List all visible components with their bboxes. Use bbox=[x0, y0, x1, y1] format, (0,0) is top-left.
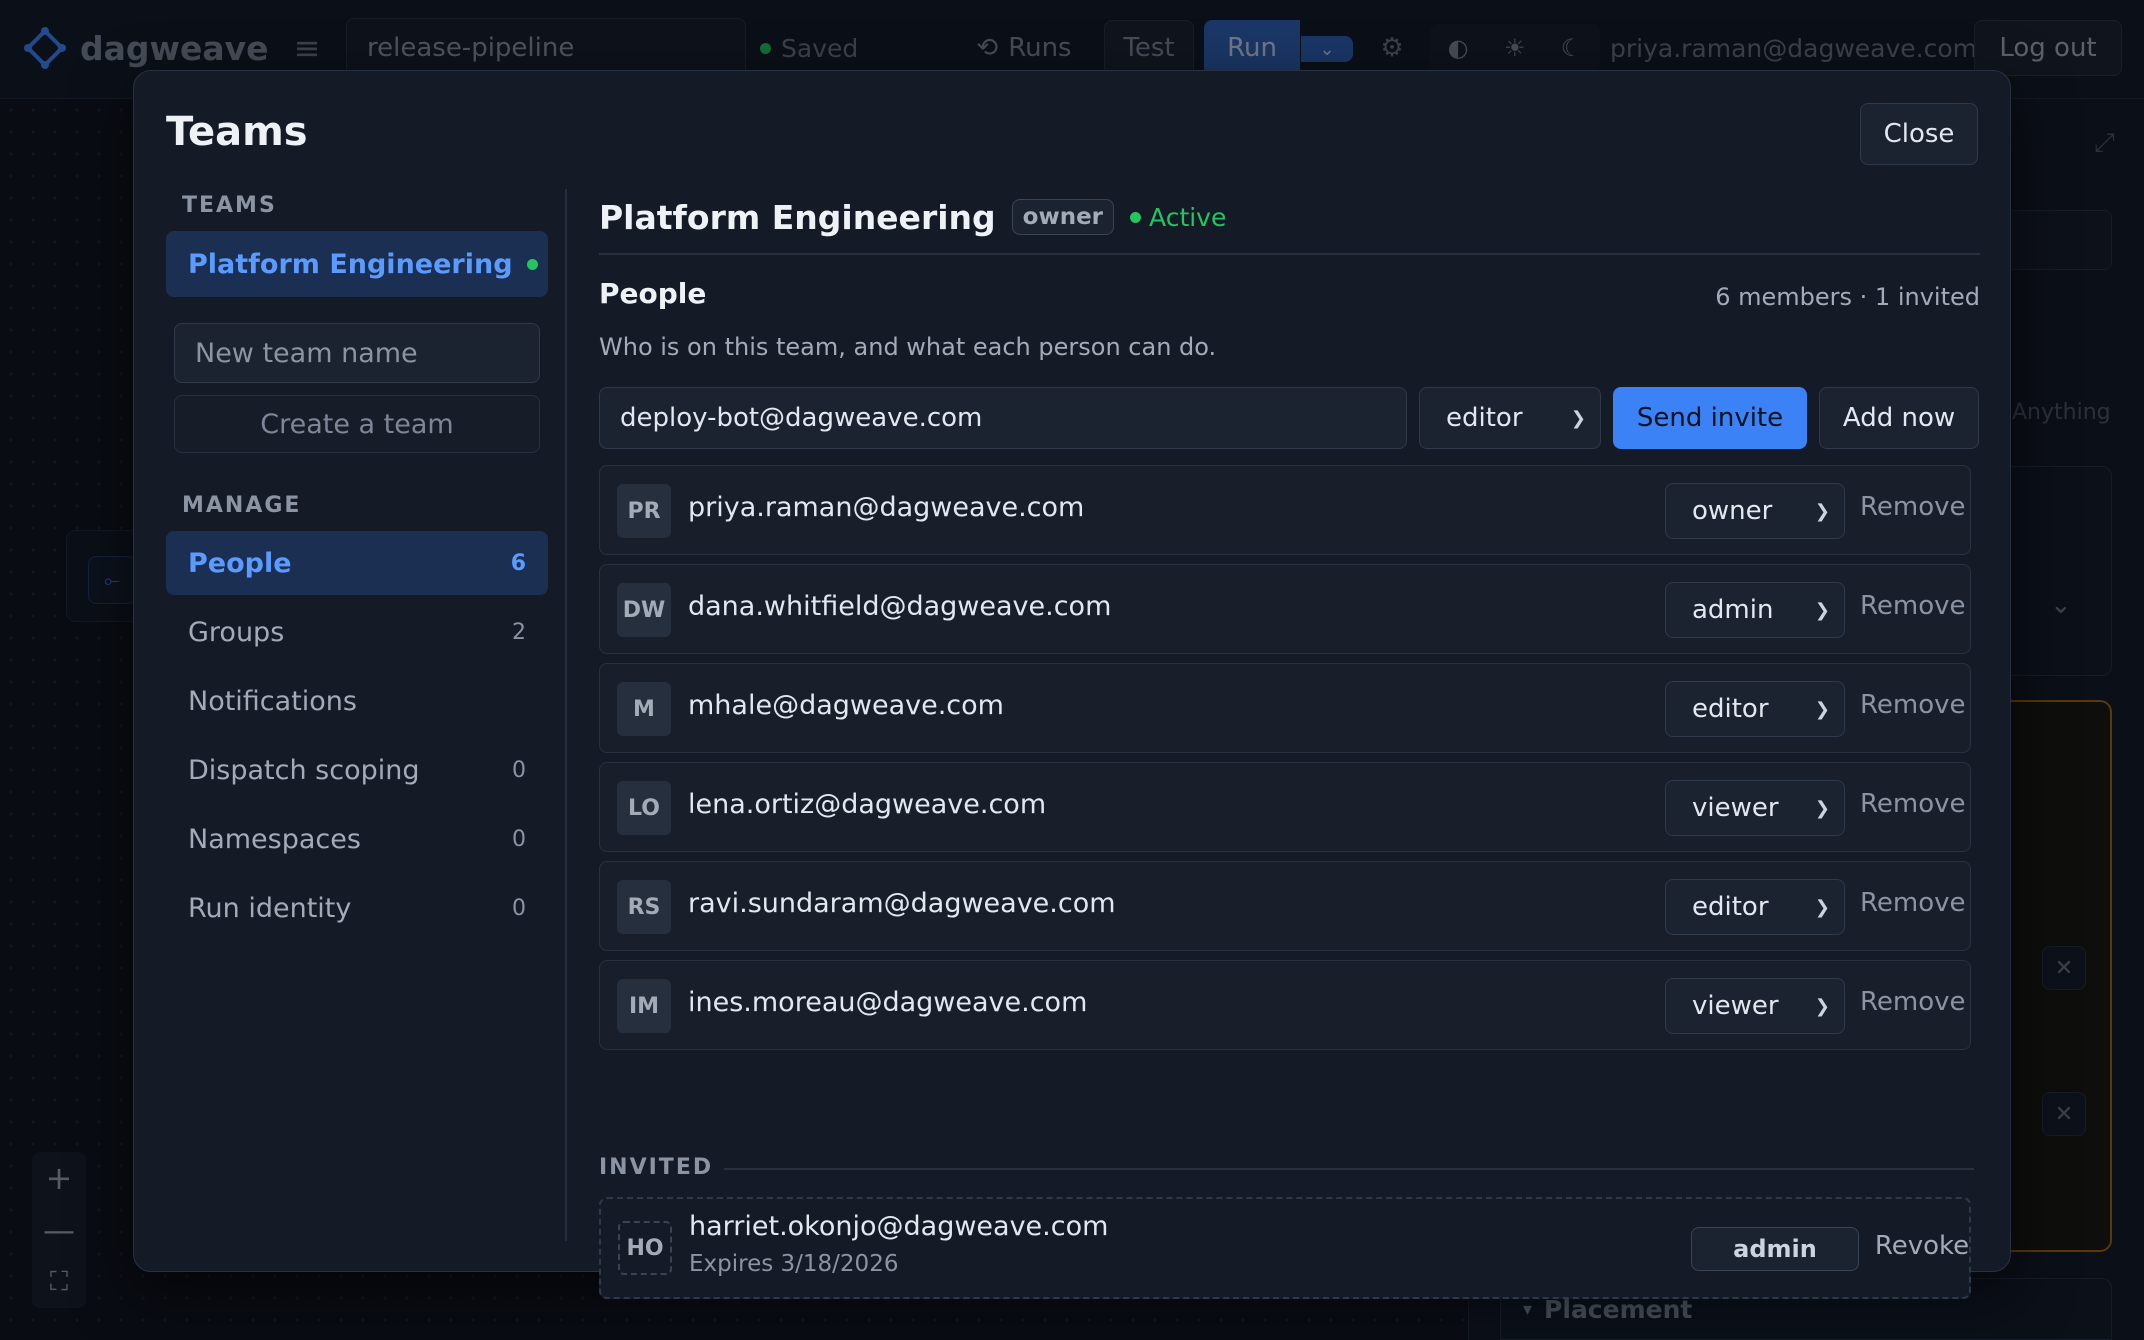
status-label: Active bbox=[1149, 202, 1227, 232]
manage-section-label: MANAGE bbox=[182, 493, 302, 518]
chevron-down-icon: ❯ bbox=[1570, 407, 1586, 429]
active-dot-icon bbox=[1130, 211, 1142, 223]
sidebar-item-count: 0 bbox=[512, 757, 526, 783]
chevron-down-icon: ❯ bbox=[1814, 698, 1830, 720]
invite-email-input[interactable] bbox=[599, 387, 1407, 449]
member-role-select[interactable]: editor ❯ bbox=[1665, 681, 1845, 737]
member-email: lena.ortiz@dagweave.com bbox=[688, 789, 1047, 820]
member-role-select[interactable]: admin ❯ bbox=[1665, 582, 1845, 638]
member-role-select[interactable]: viewer ❯ bbox=[1665, 978, 1845, 1034]
sidebar-item-notifications[interactable]: Notifications bbox=[166, 669, 548, 733]
people-count: 6 members · 1 invited bbox=[1715, 283, 1980, 311]
teams-modal: Teams Close TEAMS Platform Engineering C… bbox=[133, 70, 2011, 1299]
member-role-value: editor bbox=[1692, 892, 1769, 922]
member-row: PR priya.raman@dagweave.com owner ❯ Remo… bbox=[599, 465, 1971, 555]
invited-role-badge: admin bbox=[1691, 1227, 1859, 1271]
member-role-value: viewer bbox=[1692, 991, 1779, 1021]
people-heading: People bbox=[599, 277, 707, 310]
invited-row: HO harriet.okonjo@dagweave.com Expires 3… bbox=[599, 1197, 1971, 1299]
revoke-invite-button[interactable]: Revoke bbox=[1863, 1231, 1981, 1261]
invite-role-select[interactable]: editor ❯ bbox=[1419, 387, 1601, 449]
member-email: priya.raman@dagweave.com bbox=[688, 492, 1085, 523]
sidebar-item-label: Run identity bbox=[188, 892, 352, 924]
avatar: RS bbox=[617, 880, 671, 934]
sidebar-divider bbox=[565, 189, 567, 1241]
avatar: DW bbox=[617, 583, 671, 637]
member-row: LO lena.ortiz@dagweave.com viewer ❯ Remo… bbox=[599, 762, 1971, 852]
sidebar-item-groups[interactable]: Groups 2 bbox=[166, 600, 548, 664]
team-title: Platform Engineering bbox=[599, 197, 996, 237]
chevron-down-icon: ❯ bbox=[1814, 599, 1830, 621]
chevron-down-icon: ❯ bbox=[1814, 797, 1830, 819]
sidebar-item-label: People bbox=[188, 547, 292, 579]
sidebar-item-count: 2 bbox=[512, 619, 526, 645]
invited-section-label: INVITED bbox=[599, 1155, 714, 1180]
member-role-value: admin bbox=[1692, 595, 1774, 625]
member-row: RS ravi.sundaram@dagweave.com editor ❯ R… bbox=[599, 861, 1971, 951]
header-divider bbox=[599, 253, 1980, 255]
new-team-name-input[interactable] bbox=[174, 323, 540, 383]
remove-member-button[interactable]: Remove bbox=[1860, 987, 1966, 1017]
status-badge: Active bbox=[1130, 203, 1226, 232]
team-header: Platform Engineering owner Active bbox=[599, 189, 1226, 245]
avatar: M bbox=[617, 682, 671, 736]
sidebar-item-namespaces[interactable]: Namespaces 0 bbox=[166, 807, 548, 871]
avatar: HO bbox=[618, 1221, 672, 1275]
avatar: LO bbox=[617, 781, 671, 835]
invited-divider bbox=[724, 1168, 1974, 1170]
sidebar-item-dispatch-scoping[interactable]: Dispatch scoping 0 bbox=[166, 738, 548, 802]
sidebar-item-count: 0 bbox=[512, 895, 526, 921]
remove-member-button[interactable]: Remove bbox=[1860, 789, 1966, 819]
create-team-button[interactable]: Create a team bbox=[174, 395, 540, 453]
team-status-dot-icon bbox=[526, 258, 538, 270]
sidebar-item-label: Namespaces bbox=[188, 823, 361, 855]
sidebar-item-count: 6 bbox=[510, 550, 526, 576]
sidebar-item-people[interactable]: People 6 bbox=[166, 531, 548, 595]
member-row: DW dana.whitfield@dagweave.com admin ❯ R… bbox=[599, 564, 1971, 654]
sidebar-item-label: Dispatch scoping bbox=[188, 754, 420, 786]
member-email: ravi.sundaram@dagweave.com bbox=[688, 888, 1116, 919]
chevron-down-icon: ❯ bbox=[1814, 896, 1830, 918]
member-role-value: editor bbox=[1692, 694, 1769, 724]
member-role-value: viewer bbox=[1692, 793, 1779, 823]
remove-member-button[interactable]: Remove bbox=[1860, 591, 1966, 621]
member-row: M mhale@dagweave.com editor ❯ Remove bbox=[599, 663, 1971, 753]
avatar: IM bbox=[617, 979, 671, 1033]
member-email: dana.whitfield@dagweave.com bbox=[688, 591, 1112, 622]
team-item-label: Platform Engineering bbox=[188, 248, 513, 280]
member-role-value: owner bbox=[1692, 496, 1773, 526]
member-row: IM ines.moreau@dagweave.com viewer ❯ Rem… bbox=[599, 960, 1971, 1050]
invited-email: harriet.okonjo@dagweave.com bbox=[689, 1211, 1109, 1242]
remove-member-button[interactable]: Remove bbox=[1860, 888, 1966, 918]
invite-expiry: Expires 3/18/2026 bbox=[689, 1251, 899, 1277]
team-item-platform-engineering[interactable]: Platform Engineering bbox=[166, 231, 548, 297]
avatar: PR bbox=[617, 484, 671, 538]
remove-member-button[interactable]: Remove bbox=[1860, 492, 1966, 522]
send-invite-button[interactable]: Send invite bbox=[1613, 387, 1807, 449]
sidebar-item-label: Notifications bbox=[188, 685, 357, 717]
chevron-down-icon: ❯ bbox=[1814, 995, 1830, 1017]
chevron-down-icon: ❯ bbox=[1814, 500, 1830, 522]
add-now-button[interactable]: Add now bbox=[1819, 387, 1979, 449]
member-role-select[interactable]: viewer ❯ bbox=[1665, 780, 1845, 836]
sidebar-item-label: Groups bbox=[188, 616, 285, 648]
people-subtitle: Who is on this team, and what each perso… bbox=[599, 333, 1217, 361]
remove-member-button[interactable]: Remove bbox=[1860, 690, 1966, 720]
teams-section-label: TEAMS bbox=[182, 193, 277, 218]
team-role-badge: owner bbox=[1011, 199, 1115, 235]
sidebar-item-run-identity[interactable]: Run identity 0 bbox=[166, 876, 548, 940]
modal-title: Teams bbox=[166, 109, 308, 155]
close-button[interactable]: Close bbox=[1860, 103, 1978, 165]
member-role-select[interactable]: owner ❯ bbox=[1665, 483, 1845, 539]
member-email: mhale@dagweave.com bbox=[688, 690, 1004, 721]
member-email: ines.moreau@dagweave.com bbox=[688, 987, 1088, 1018]
sidebar-item-count: 0 bbox=[512, 826, 526, 852]
invite-role-value: editor bbox=[1446, 403, 1523, 433]
member-role-select[interactable]: editor ❯ bbox=[1665, 879, 1845, 935]
